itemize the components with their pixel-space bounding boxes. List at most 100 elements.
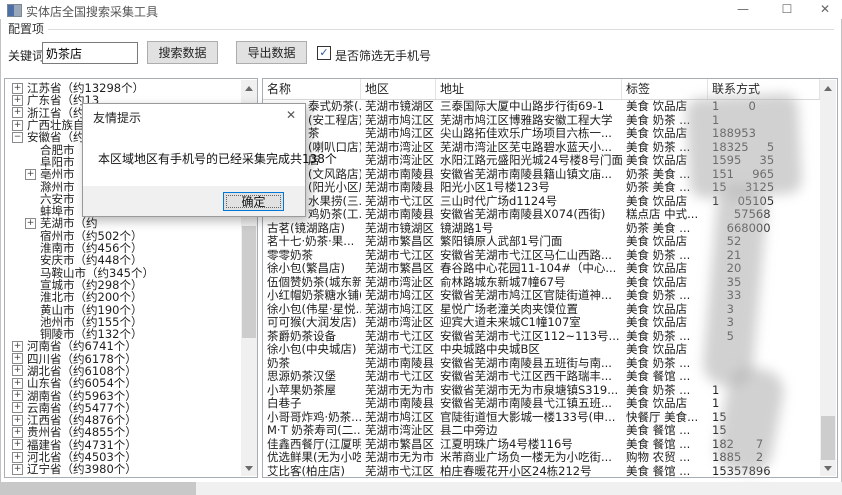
expand-icon[interactable]: + bbox=[12, 378, 23, 389]
expand-icon[interactable]: + bbox=[12, 464, 23, 475]
maximize-icon[interactable]: ☐ bbox=[772, 2, 802, 17]
table-row[interactable]: 优选鲜果(无为小吃...芜湖市无为市米芾商业广场负一楼无为小吃街...购物 农贸… bbox=[263, 451, 820, 465]
column-header[interactable]: 地区 bbox=[361, 79, 436, 99]
table-row[interactable]: (阳光小区店)芜湖市南陵县阳光小区1号楼123号奶茶 美食 ...15 3125 bbox=[263, 181, 820, 195]
expand-icon[interactable]: + bbox=[12, 120, 23, 131]
table-cell: 安徽省芜湖市弋江区西干路瑞丰... bbox=[436, 370, 622, 384]
expand-icon[interactable]: + bbox=[12, 341, 23, 352]
close-icon[interactable]: ✕ bbox=[810, 2, 840, 17]
table-row[interactable]: (安工程店)芜湖市鸠江区芜湖市鸠江区博雅路安徽工程大学美食 奶茶 ...1 bbox=[263, 114, 820, 128]
table-row[interactable]: 店芜湖市湾沚区水阳江路元盛阳光城24号楼8号门面美食 饮品店1595 35 bbox=[263, 154, 820, 168]
tree-item[interactable]: +江西省（约4876个） bbox=[5, 414, 241, 426]
table-row[interactable]: 可可猴(大润发店)芜湖市湾沚区迎宾大道未来城C1幢107室美食 饮品店 3 bbox=[263, 316, 820, 330]
tree-item[interactable]: +四川省（约6178个） bbox=[5, 353, 241, 365]
filter-phone-checkbox[interactable]: ✓ bbox=[317, 46, 331, 60]
column-header[interactable]: 联系方式 bbox=[708, 79, 820, 99]
export-data-button[interactable]: 导出数据 bbox=[236, 41, 307, 64]
tree-item[interactable]: +湖北省（约6108个） bbox=[5, 365, 241, 377]
scroll-up-icon[interactable] bbox=[241, 80, 257, 96]
tree-item[interactable]: 宿州市（约502个） bbox=[5, 230, 241, 242]
tree-item[interactable]: 宣城市（约298个） bbox=[5, 279, 241, 291]
ok-button[interactable]: 确定 bbox=[223, 192, 284, 211]
scroll-down-icon[interactable] bbox=[820, 460, 836, 476]
tree-item[interactable]: +河南省（约6741个） bbox=[5, 340, 241, 352]
scroll-up-icon[interactable] bbox=[820, 80, 836, 96]
keyword-input[interactable] bbox=[42, 42, 138, 64]
search-data-button[interactable]: 搜索数据 bbox=[147, 41, 218, 64]
expand-icon[interactable]: + bbox=[12, 390, 23, 401]
table-row[interactable]: 小苹果奶茶屋芜湖市无为市安徽省芜湖市无为市泉塘镇S319...美食 奶茶 ...… bbox=[263, 384, 820, 398]
table-row[interactable]: (喇叭口店)芜湖市湾沚区芜湖市湾沚区芜屯路碧水蓝天小...美食 奶茶 ...18… bbox=[263, 141, 820, 155]
table-row[interactable]: 水果捞(三...芜湖市弋江区三山时代广场d1124号美食 饮品店1 05105 bbox=[263, 195, 820, 209]
table-row[interactable]: 古茗(镜湖路店)芜湖市镜湖区镜湖路1号奶茶 美食 ... 668000 bbox=[263, 222, 820, 236]
tree-item[interactable]: 马鞍山市（约345个） bbox=[5, 266, 241, 278]
expand-icon[interactable]: + bbox=[25, 169, 36, 180]
column-header[interactable]: 地址 bbox=[436, 79, 622, 99]
column-header[interactable]: 标签 bbox=[622, 79, 708, 99]
expand-icon[interactable]: + bbox=[12, 452, 23, 463]
tree-scrollbar-thumb[interactable] bbox=[242, 226, 256, 338]
tree-item[interactable]: 淮南市（约456个） bbox=[5, 242, 241, 254]
table-row[interactable]: 鸡奶茶(工...芜湖市南陵县安徽省芜湖市南陵县X074(西街)糕点店 中式...… bbox=[263, 208, 820, 222]
column-header[interactable]: 名称 bbox=[263, 79, 361, 99]
tree-item[interactable]: +江苏省（约13298个） bbox=[5, 82, 241, 94]
expand-icon[interactable]: + bbox=[12, 95, 23, 106]
tree-item[interactable]: +河北省（约4503个） bbox=[5, 451, 241, 463]
expand-icon[interactable]: + bbox=[12, 427, 23, 438]
collapse-icon[interactable]: − bbox=[12, 132, 23, 143]
dialog-close-icon[interactable]: ✕ bbox=[286, 108, 296, 122]
tree-item[interactable]: +陕西省（约3664个） bbox=[5, 476, 241, 477]
tree-item[interactable]: +湖南省（约5963个） bbox=[5, 389, 241, 401]
table-row[interactable]: 艾比客(柏庄店)芜湖市弋江区柏庄春暖花开小区24栋212号美食 餐馆 ...15… bbox=[263, 465, 820, 478]
tree-item[interactable]: +云南省（约5477个） bbox=[5, 402, 241, 414]
tree-item[interactable]: 安庆市（约448个） bbox=[5, 254, 241, 266]
table-row[interactable]: 茶爵奶茶设备芜湖市弋江区安徽省芜湖市弋江区112~113号...美食 奶茶 ..… bbox=[263, 330, 820, 344]
table-scrollbar[interactable] bbox=[820, 80, 836, 476]
table-scrollbar-thumb[interactable] bbox=[821, 416, 835, 460]
tree-item[interactable]: +芜湖市（约 bbox=[5, 217, 241, 229]
expand-icon[interactable]: + bbox=[12, 353, 23, 364]
table-row[interactable]: 伍個赞奶茶(城东新...芜湖市湾沚区俞林路城东新城7幢67号美食 饮品店 35 bbox=[263, 276, 820, 290]
horizontal-scrollbar[interactable] bbox=[0, 482, 842, 495]
expand-icon[interactable]: + bbox=[25, 218, 36, 229]
expand-icon[interactable]: + bbox=[12, 83, 23, 94]
table-row[interactable]: 思源奶茶汉堡芜湖市弋江区安徽省芜湖市弋江区西干路瑞丰...美食 餐馆 ... bbox=[263, 370, 820, 384]
tree-item[interactable]: +辽宁省（约3980个） bbox=[5, 463, 241, 475]
tree-item-label: 淮北市（约200个） bbox=[40, 291, 142, 303]
expand-icon[interactable]: + bbox=[12, 365, 23, 376]
tree-item[interactable]: 池州市（约155个） bbox=[5, 316, 241, 328]
tree-item[interactable]: 黄山市（约190个） bbox=[5, 303, 241, 315]
expand-icon[interactable]: + bbox=[12, 107, 23, 118]
table-cell: 188953 bbox=[708, 127, 820, 141]
config-group-label: 配置项 bbox=[8, 20, 44, 37]
table-cell: 668000 bbox=[708, 222, 820, 236]
table-row[interactable]: 茗十七·奶茶·果...芜湖市繁昌区繁阳镇原人武部1号门面美食 饮品店 52 bbox=[263, 235, 820, 249]
table-row[interactable]: 小哥哥炸鸡·奶茶...芜湖市鸠江区官陡街道恒大影城一楼133号(申...快餐厅 … bbox=[263, 411, 820, 425]
tree-item[interactable]: +贵州省（约4855个） bbox=[5, 426, 241, 438]
table-cell: 官陡街道恒大影城一楼133号(申... bbox=[436, 411, 622, 425]
table-row[interactable]: 奶茶芜湖市南陵县安徽省芜湖市南陵县五班街与南...美食 奶茶 ... bbox=[263, 357, 820, 371]
table-row[interactable]: M·T 奶茶寿司(二...芜湖市湾沚区县二中旁边美食 餐馆 ...15 bbox=[263, 424, 820, 438]
table-row[interactable]: 小红帽奶茶糖水铺(...芜湖市鸠江区安徽省芜湖市鸠江区官陡街道神...美食 奶茶… bbox=[263, 289, 820, 303]
scroll-down-icon[interactable] bbox=[241, 460, 257, 476]
table-row[interactable]: 佳鑫西餐厅(江厦明...芜湖市繁昌区江夏明珠广场4号楼116号美食 餐馆 ...… bbox=[263, 438, 820, 452]
table-row[interactable]: 徐小包(伟星·星悦...芜湖市鸠江区星悦广场老潼关肉夹馍位置美食 饮品店 3 bbox=[263, 303, 820, 317]
minimize-icon[interactable]: — bbox=[728, 2, 758, 17]
tree-item[interactable]: 铜陵市（约132个） bbox=[5, 328, 241, 340]
table-row[interactable]: 徐小包(繁昌店)芜湖市繁昌区春谷路中心花园11-104#（中心...美食 饮品店… bbox=[263, 262, 820, 276]
expand-icon[interactable]: + bbox=[12, 439, 23, 450]
horizontal-scrollbar-thumb[interactable] bbox=[0, 482, 196, 495]
expand-icon[interactable]: + bbox=[12, 402, 23, 413]
table-row[interactable]: 茶芜湖市鸠江区尖山路拓佳欢乐广场项目六栋一...美食 饮品店188953 bbox=[263, 127, 820, 141]
table-row[interactable]: 白巷子芜湖市南陵县安徽省芜湖市南陵县弋江镇五班...美食 饮品店1 bbox=[263, 397, 820, 411]
tree-item[interactable]: 淮北市（约200个） bbox=[5, 291, 241, 303]
table-cell: 安徽省芜湖市鸠江区官陡街道神... bbox=[436, 289, 622, 303]
table-row[interactable]: 零零奶茶芜湖市弋江区安徽省芜湖市弋江区马仁山西路...美食 奶茶 ... 21 bbox=[263, 249, 820, 263]
table-row[interactable]: 泰式奶茶(...芜湖市镜湖区三泰国际大厦中山路步行街69-1美食 饮品店1 0 bbox=[263, 100, 820, 114]
expand-icon[interactable]: + bbox=[12, 415, 23, 426]
tree-item[interactable]: +福建省（约4731个） bbox=[5, 439, 241, 451]
tree-item[interactable]: +山东省（约6054个） bbox=[5, 377, 241, 389]
table-cell: 中央城路中央城B区 bbox=[436, 343, 622, 357]
table-row[interactable]: (文风路店)芜湖市南陵县安徽省芜湖市南陵县籍山镇文庙...奶茶 美食 ...15… bbox=[263, 168, 820, 182]
table-row[interactable]: 徐小包(中央城店)芜湖市弋江区中央城路中央城B区美食 饮品店 bbox=[263, 343, 820, 357]
